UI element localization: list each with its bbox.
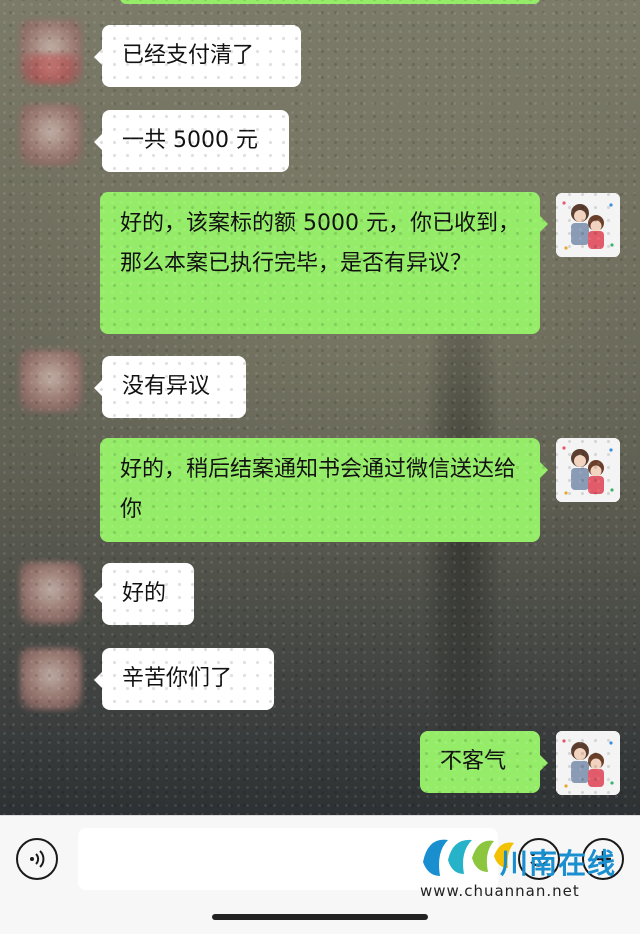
message-text: 好的，稍后结案通知书会通过微信送达给你 — [120, 457, 517, 522]
avatar[interactable] — [556, 438, 620, 502]
chat-background: 已经支付清了 一共 5000 元 好的，该案标的额 5000 元，你已收到，那么… — [0, 0, 640, 815]
avatar[interactable] — [20, 104, 82, 166]
watermark-url: www.chuannan.net — [420, 882, 580, 900]
couple-avatar-icon — [556, 438, 620, 502]
message-bubble-outgoing[interactable]: 不客气 — [420, 731, 548, 793]
watermark: 川南在线 www.chuannan.net — [410, 832, 640, 902]
message-text: 没有异议 — [122, 374, 211, 399]
couple-avatar-icon — [556, 193, 620, 257]
avatar[interactable] — [20, 648, 82, 710]
message-text: 一共 5000 元 — [122, 128, 258, 153]
avatar[interactable] — [20, 350, 82, 412]
avatar[interactable] — [20, 20, 82, 82]
couple-avatar-icon — [556, 731, 620, 795]
avatar[interactable] — [556, 193, 620, 257]
watermark-title: 川南在线 — [500, 847, 617, 880]
message-text: 好的 — [122, 581, 167, 606]
previous-message-bubble — [120, 0, 540, 4]
home-indicator[interactable] — [212, 914, 428, 920]
message-bubble-outgoing[interactable]: 好的，稍后结案通知书会通过微信送达给你 — [100, 438, 548, 542]
message-text: 辛苦你们了 — [122, 666, 233, 691]
voice-icon — [30, 850, 45, 868]
message-text: 已经支付清了 — [122, 43, 255, 68]
message-text: 不客气 — [440, 749, 507, 774]
message-bubble-incoming[interactable]: 没有异议 — [94, 356, 246, 418]
message-bubble-incoming[interactable]: 辛苦你们了 — [94, 648, 274, 710]
message-bubble-incoming[interactable]: 一共 5000 元 — [94, 110, 289, 172]
avatar[interactable] — [20, 562, 82, 624]
message-bubble-incoming[interactable]: 好的 — [94, 563, 194, 625]
message-bubble-incoming[interactable]: 已经支付清了 — [94, 25, 301, 87]
voice-button[interactable] — [16, 838, 58, 880]
avatar — [20, 54, 82, 84]
message-bubble-outgoing[interactable]: 好的，该案标的额 5000 元，你已收到，那么本案已执行完毕，是否有异议？ — [100, 192, 548, 334]
avatar[interactable] — [556, 731, 620, 795]
message-text: 好的，该案标的额 5000 元，你已收到，那么本案已执行完毕，是否有异议？ — [120, 211, 520, 276]
